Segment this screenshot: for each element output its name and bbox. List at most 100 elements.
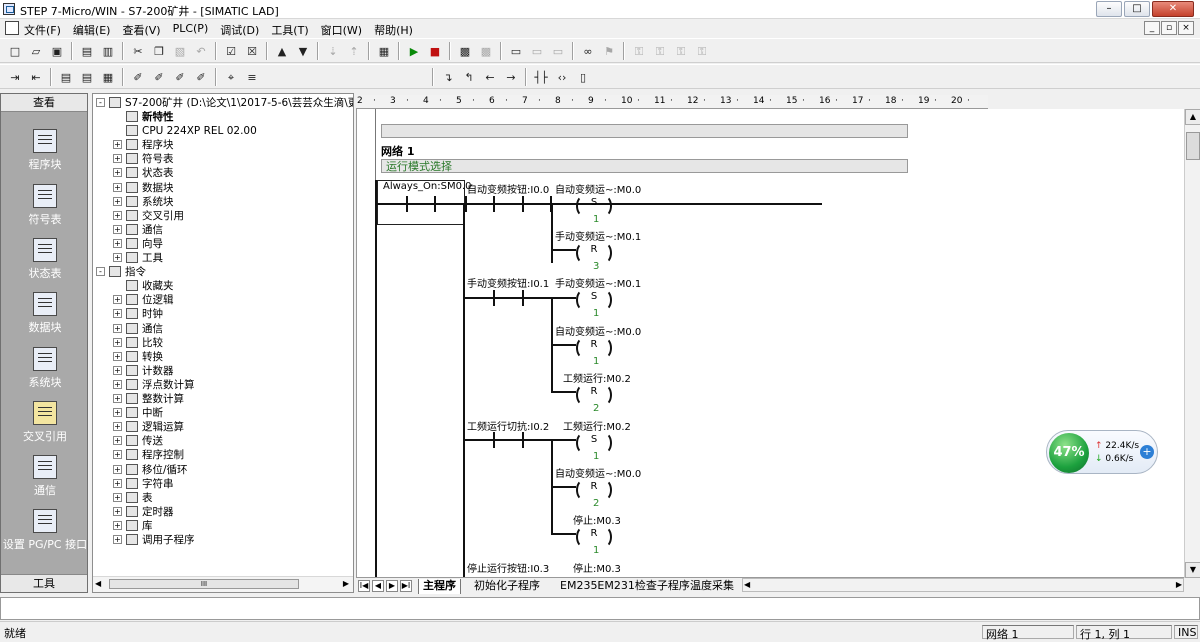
tab-prev-icon[interactable]: ◀: [372, 580, 384, 592]
tree-item[interactable]: + 整数计算: [93, 392, 353, 406]
tree-item[interactable]: + 移位/循环: [93, 463, 353, 477]
program-status-icon[interactable]: ▩: [456, 42, 474, 60]
tab-init-subroutine[interactable]: 初始化子程序: [470, 579, 544, 594]
expand-icon[interactable]: +: [113, 182, 122, 192]
network-title[interactable]: 网络 1: [381, 143, 414, 159]
status-chart-icon[interactable]: ▭: [507, 42, 525, 60]
tree-item[interactable]: + 转换: [93, 350, 353, 364]
stop-icon[interactable]: ■: [426, 42, 444, 60]
coil-icon[interactable]: ‹›: [553, 68, 571, 86]
tree-item[interactable]: + 程序块: [93, 138, 353, 152]
tree-item[interactable]: + 字符串: [93, 477, 353, 491]
nav-item-system-block[interactable]: 系统块: [3, 340, 87, 394]
menu-edit[interactable]: 编辑(E): [73, 22, 111, 38]
tab-first-icon[interactable]: I◀: [358, 580, 370, 592]
nav-item-set-pgpc[interactable]: 设置 PG/PC 接口: [0, 502, 90, 556]
run-icon[interactable]: ▶: [405, 42, 423, 60]
tree-item[interactable]: + 时钟: [93, 307, 353, 321]
line-right-icon[interactable]: →: [502, 68, 520, 86]
scroll-thumb[interactable]: [1186, 132, 1200, 160]
expand-icon[interactable]: +: [113, 351, 122, 361]
network-comment[interactable]: 运行模式选择: [381, 159, 908, 173]
expand-icon[interactable]: +: [113, 238, 122, 248]
collapse-icon[interactable]: -: [96, 267, 105, 277]
line-up-icon[interactable]: ↰: [460, 68, 478, 86]
tab-em235-subroutine[interactable]: EM235EM231检查子程序: [556, 579, 694, 594]
scroll-down-icon[interactable]: ▼: [1185, 562, 1200, 578]
tree-item[interactable]: + 状态表: [93, 166, 353, 180]
expand-icon[interactable]: +: [113, 408, 122, 418]
tree-item[interactable]: + 通信: [93, 223, 353, 237]
unforce-icon[interactable]: ⚑: [600, 42, 618, 60]
tree-item[interactable]: + 计数器: [93, 364, 353, 378]
tree-item[interactable]: + 向导: [93, 237, 353, 251]
expand-icon[interactable]: +: [113, 224, 122, 234]
download-icon[interactable]: ▼: [294, 42, 312, 60]
tree-item[interactable]: - 指令: [93, 265, 353, 279]
network-speed-widget[interactable]: 47% ↑ 22.4K/s ↓ 0.6K/s +: [1046, 430, 1158, 474]
copy-icon[interactable]: ❐: [150, 42, 168, 60]
coil[interactable]: R: [576, 337, 612, 359]
bookmark-next-icon[interactable]: ✐: [150, 68, 168, 86]
expand-icon[interactable]: +: [113, 535, 122, 544]
expand-icon[interactable]: +: [113, 394, 122, 403]
tab-next-icon[interactable]: ▶: [386, 580, 398, 592]
trend-icon[interactable]: ▩: [477, 42, 495, 60]
save-all-icon[interactable]: ▣: [48, 42, 66, 60]
scroll-left-icon[interactable]: ◀: [95, 579, 101, 588]
expand-icon[interactable]: +: [113, 154, 122, 164]
print-icon[interactable]: ▤: [78, 42, 96, 60]
expand-icon[interactable]: +: [113, 309, 122, 319]
tree-item[interactable]: + 传送: [93, 434, 353, 448]
insert-network-icon[interactable]: ⇥: [6, 68, 24, 86]
expand-icon[interactable]: +: [113, 478, 122, 488]
undo-icon[interactable]: ↶: [192, 42, 210, 60]
tree-root[interactable]: - S7-200矿井 (D:\论文\1\2017-5-6\芸芸众生滴\更改: [93, 96, 353, 110]
new-icon[interactable]: □: [6, 42, 24, 60]
comment-icon[interactable]: ▤: [78, 68, 96, 86]
nav-item-symbol-table[interactable]: 符号表: [3, 177, 87, 231]
tree-item[interactable]: + 调用子程序: [93, 533, 353, 547]
expand-icon[interactable]: +: [113, 492, 122, 502]
output-window[interactable]: [0, 597, 1200, 620]
compile-all-icon[interactable]: ☒: [243, 42, 261, 60]
tree-item[interactable]: + 库: [93, 519, 353, 533]
open-icon[interactable]: ▱: [27, 42, 45, 60]
expand-icon[interactable]: +: [113, 196, 122, 206]
tree-item[interactable]: + 比较: [93, 336, 353, 350]
pou-comment-bar[interactable]: [381, 124, 908, 138]
print-preview-icon[interactable]: ▥: [99, 42, 117, 60]
menu-debug[interactable]: 调试(D): [220, 22, 259, 38]
single-read-icon[interactable]: ▭: [528, 42, 546, 60]
sort-asc-icon[interactable]: ⇣: [324, 42, 342, 60]
cut-icon[interactable]: ✂: [129, 42, 147, 60]
menu-tools[interactable]: 工具(T): [271, 22, 308, 38]
tree-item[interactable]: + 系统块: [93, 195, 353, 209]
close-button[interactable]: ✕: [1152, 1, 1194, 17]
maximize-button[interactable]: □: [1124, 1, 1150, 17]
nav-header[interactable]: 查看: [1, 94, 87, 112]
coil[interactable]: S: [576, 432, 612, 454]
tree-item[interactable]: + 交叉引用: [93, 209, 353, 223]
scroll-left-icon[interactable]: ◀: [744, 580, 750, 589]
nav-item-cross-reference[interactable]: 交叉引用: [3, 394, 87, 448]
tree-scroll-thumb[interactable]: III: [109, 579, 299, 589]
force-icon[interactable]: ⚿: [630, 42, 648, 60]
expand-icon[interactable]: +: [113, 253, 122, 262]
symbol-table-apply-icon[interactable]: ⌖: [222, 68, 240, 86]
doc-restore-button[interactable]: ▫: [1161, 21, 1177, 35]
bookmark-toggle-icon[interactable]: ✐: [129, 68, 147, 86]
plus-icon[interactable]: +: [1140, 445, 1154, 459]
bookmark-prev-icon[interactable]: ✐: [171, 68, 189, 86]
read-forced-icon[interactable]: ⚿: [672, 42, 690, 60]
tree-item[interactable]: + 符号表: [93, 152, 353, 166]
scroll-right-icon[interactable]: ▶: [1176, 580, 1182, 589]
editor-vertical-scrollbar[interactable]: ▲ ▼: [1184, 109, 1200, 578]
compile-icon[interactable]: ☑: [222, 42, 240, 60]
sort-desc-icon[interactable]: ⇡: [345, 42, 363, 60]
minimize-button[interactable]: –: [1096, 1, 1122, 17]
coil[interactable]: R: [576, 526, 612, 548]
coil[interactable]: R: [576, 384, 612, 406]
line-down-icon[interactable]: ↴: [439, 68, 457, 86]
tree-item[interactable]: + 中断: [93, 406, 353, 420]
